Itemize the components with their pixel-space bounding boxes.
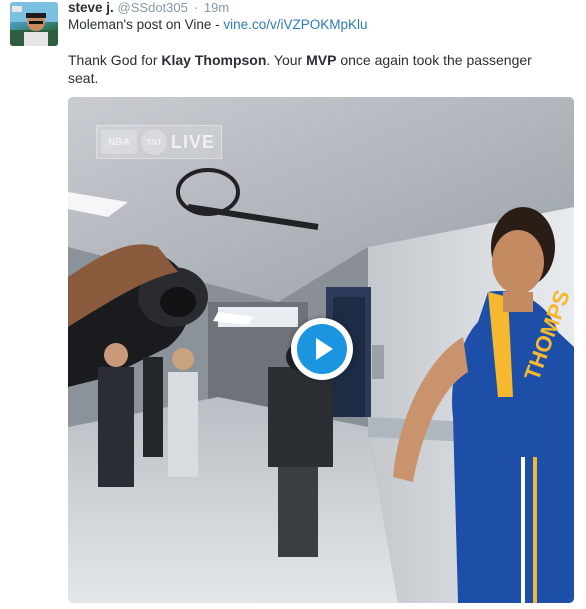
avatar[interactable]	[10, 2, 58, 46]
tweet-text-part-1: Thank God for	[68, 52, 162, 68]
tweet-text-bold-1: Klay Thompson	[161, 52, 267, 68]
tweet: steve j. @SSdot305 · 19m Moleman's post …	[68, 0, 578, 87]
video-player[interactable]: THOMPS NBA TNT LIVE	[68, 97, 574, 603]
subline-prefix: Moleman's post on Vine -	[68, 17, 224, 32]
live-label: LIVE	[171, 131, 216, 152]
display-name[interactable]: steve j.	[68, 0, 114, 15]
nba-logo: NBA	[101, 130, 137, 154]
tweet-header: steve j. @SSdot305 · 19m	[68, 0, 578, 16]
tweet-text-bold-2: MVP	[306, 52, 337, 68]
tnt-live-bug: NBA TNT LIVE	[96, 125, 222, 159]
play-icon	[316, 338, 333, 360]
tweet-subline: Moleman's post on Vine - vine.co/v/iVZPO…	[68, 16, 578, 33]
avatar-image	[10, 2, 58, 46]
tweet-text-part-2: . Your	[266, 52, 307, 68]
timestamp[interactable]: 19m	[204, 0, 229, 15]
play-icon-circle	[297, 324, 347, 374]
tweet-text: Thank God for Klay Thompson. Your MVP on…	[68, 51, 558, 87]
tnt-logo: TNT	[141, 129, 167, 155]
vine-link[interactable]: vine.co/v/iVZPOKMpKlu	[223, 17, 367, 32]
play-button[interactable]	[291, 318, 353, 380]
separator: ·	[193, 0, 199, 15]
user-handle[interactable]: @SSdot305	[118, 0, 188, 15]
